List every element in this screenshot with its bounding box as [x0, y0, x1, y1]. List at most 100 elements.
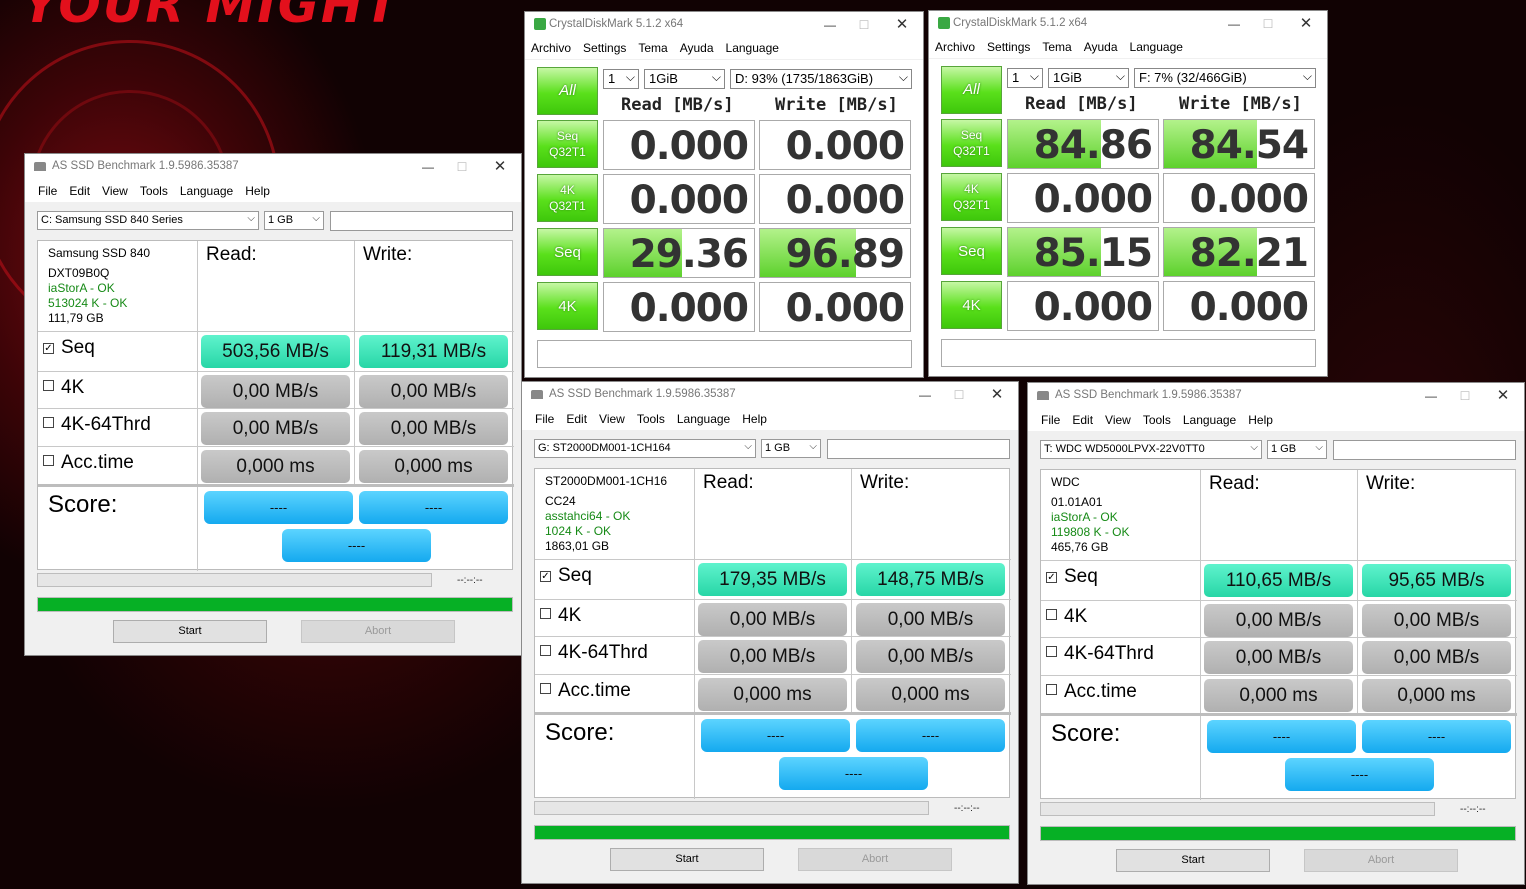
size-select[interactable]: 1GiB ⌵	[644, 69, 725, 89]
comment-input[interactable]	[941, 339, 1316, 367]
close-button[interactable]: ✕	[485, 157, 515, 177]
drive-select[interactable]: C: Samsung SSD 840 Series ⌵	[37, 211, 259, 230]
checkbox[interactable]	[43, 417, 54, 428]
menu-language[interactable]: Language	[1183, 409, 1236, 427]
menu-view[interactable]: View	[599, 408, 625, 426]
close-button[interactable]: ✕	[887, 15, 917, 35]
name-input[interactable]	[330, 211, 513, 231]
checkbox[interactable]	[540, 683, 551, 694]
test-row-4k-64thrd[interactable]: 4K-64Thrd	[43, 414, 151, 436]
menu-language[interactable]: Language	[180, 180, 233, 198]
comment-input[interactable]	[537, 340, 912, 368]
abort-button[interactable]: Abort	[1304, 849, 1458, 872]
menu-ayuda[interactable]: Ayuda	[1084, 36, 1118, 54]
maximize-button[interactable]: ☐	[447, 157, 477, 177]
menu-settings[interactable]: Settings	[987, 36, 1030, 54]
minimize-button[interactable]: —	[413, 157, 443, 177]
minimize-button[interactable]: —	[910, 385, 940, 405]
menu-archivo[interactable]: Archivo	[935, 36, 975, 54]
drive-select[interactable]: G: ST2000DM001-1CH164 ⌵	[534, 439, 756, 458]
close-button[interactable]: ✕	[1488, 386, 1518, 406]
checkbox[interactable]: ✓	[1046, 572, 1057, 583]
checkbox[interactable]	[1046, 646, 1057, 657]
start-button[interactable]: Start	[1116, 849, 1270, 872]
checkbox[interactable]	[43, 455, 54, 466]
test-row-4k-64thrd[interactable]: 4K-64Thrd	[1046, 643, 1154, 665]
menu-edit[interactable]: Edit	[1072, 409, 1093, 427]
maximize-button[interactable]: ☐	[849, 15, 879, 35]
minimize-button[interactable]: —	[815, 15, 845, 35]
drive-select[interactable]: F: 7% (32/466GiB) ⌵	[1134, 68, 1316, 88]
size-select[interactable]: 1 GB ⌵	[761, 439, 821, 458]
checkbox[interactable]	[43, 380, 54, 391]
test-button-4kq32t1[interactable]: 4K Q32T1	[537, 174, 598, 222]
maximize-button[interactable]: ☐	[1253, 14, 1283, 34]
menu-language[interactable]: Language	[726, 37, 779, 55]
checkbox[interactable]	[1046, 684, 1057, 695]
test-button-4k[interactable]: 4K	[537, 282, 598, 330]
test-button-seq[interactable]: Seq	[537, 228, 598, 276]
menu-edit[interactable]: Edit	[69, 180, 90, 198]
test-row-4k-64thrd[interactable]: 4K-64Thrd	[540, 642, 648, 664]
menu-file[interactable]: File	[1041, 409, 1060, 427]
menu-help[interactable]: Help	[1248, 409, 1273, 427]
maximize-button[interactable]: ☐	[944, 385, 974, 405]
abort-button[interactable]: Abort	[798, 848, 952, 871]
test-button-4kq32t1[interactable]: 4K Q32T1	[941, 173, 1002, 221]
drive-select[interactable]: D: 93% (1735/1863GiB) ⌵	[730, 69, 912, 89]
close-button[interactable]: ✕	[982, 385, 1012, 405]
name-input[interactable]	[1333, 440, 1516, 460]
drive-select[interactable]: T: WDC WD5000LPVX-22V0TT0 ⌵	[1040, 440, 1262, 459]
test-row-seq[interactable]: ✓ Seq	[1046, 566, 1098, 588]
menu-tema[interactable]: Tema	[638, 37, 667, 55]
menu-language[interactable]: Language	[677, 408, 730, 426]
count-select[interactable]: 1 ⌵	[603, 69, 639, 89]
test-row-4k[interactable]: 4K	[1046, 606, 1087, 628]
menu-view[interactable]: View	[1105, 409, 1131, 427]
checkbox[interactable]	[1046, 609, 1057, 620]
checkbox[interactable]: ✓	[43, 343, 54, 354]
menu-file[interactable]: File	[535, 408, 554, 426]
minimize-button[interactable]: —	[1219, 14, 1249, 34]
test-button-seqq32t1[interactable]: Seq Q32T1	[537, 120, 598, 168]
test-row-acctime[interactable]: Acc.time	[1046, 681, 1137, 703]
name-input[interactable]	[827, 439, 1010, 459]
minimize-button[interactable]: —	[1416, 386, 1446, 406]
menu-help[interactable]: Help	[742, 408, 767, 426]
test-button-seqq32t1[interactable]: Seq Q32T1	[941, 119, 1002, 167]
test-row-acctime[interactable]: Acc.time	[43, 452, 134, 474]
start-button[interactable]: Start	[610, 848, 764, 871]
size-select[interactable]: 1 GB ⌵	[264, 211, 324, 230]
all-button[interactable]: All	[941, 66, 1002, 114]
menu-file[interactable]: File	[38, 180, 57, 198]
start-button[interactable]: Start	[113, 620, 267, 643]
menu-view[interactable]: View	[102, 180, 128, 198]
checkbox[interactable]: ✓	[540, 571, 551, 582]
all-button[interactable]: All	[537, 67, 598, 115]
test-button-seq[interactable]: Seq	[941, 227, 1002, 275]
checkbox[interactable]	[540, 608, 551, 619]
close-button[interactable]: ✕	[1291, 14, 1321, 34]
checkbox[interactable]	[540, 645, 551, 656]
test-row-4k[interactable]: 4K	[540, 605, 581, 627]
menu-ayuda[interactable]: Ayuda	[680, 37, 714, 55]
menu-tools[interactable]: Tools	[1143, 409, 1171, 427]
menu-language[interactable]: Language	[1130, 36, 1183, 54]
menu-archivo[interactable]: Archivo	[531, 37, 571, 55]
menu-help[interactable]: Help	[245, 180, 270, 198]
test-row-acctime[interactable]: Acc.time	[540, 680, 631, 702]
test-row-4k[interactable]: 4K	[43, 377, 84, 399]
size-select[interactable]: 1 GB ⌵	[1267, 440, 1327, 459]
menu-settings[interactable]: Settings	[583, 37, 626, 55]
menu-tools[interactable]: Tools	[140, 180, 168, 198]
menu-edit[interactable]: Edit	[566, 408, 587, 426]
test-row-seq[interactable]: ✓ Seq	[540, 565, 592, 587]
menu-tema[interactable]: Tema	[1042, 36, 1071, 54]
abort-button[interactable]: Abort	[301, 620, 455, 643]
count-select[interactable]: 1 ⌵	[1007, 68, 1043, 88]
maximize-button[interactable]: ☐	[1450, 386, 1480, 406]
menu-tools[interactable]: Tools	[637, 408, 665, 426]
test-row-seq[interactable]: ✓ Seq	[43, 337, 95, 359]
size-select[interactable]: 1GiB ⌵	[1048, 68, 1129, 88]
test-button-4k[interactable]: 4K	[941, 281, 1002, 329]
